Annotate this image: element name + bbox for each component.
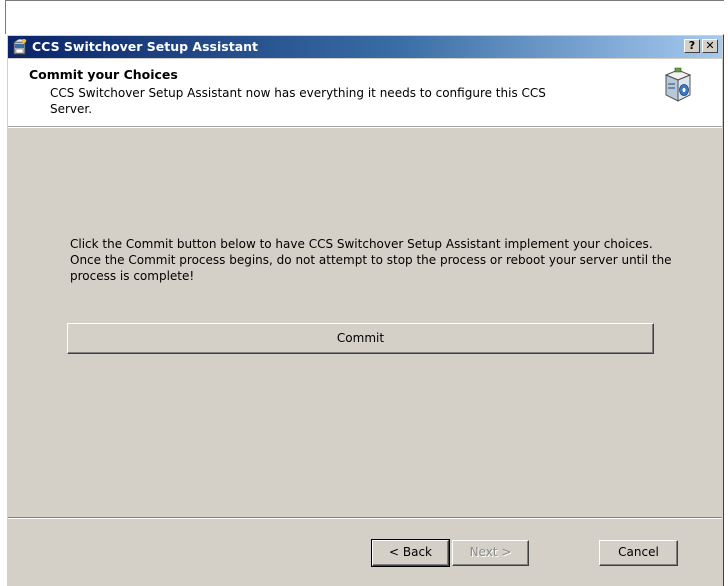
header-separator: [8, 127, 722, 128]
page-description: CCS Switchover Setup Assistant now has e…: [50, 86, 546, 116]
commit-instructions: Click the Commit button below to have CC…: [70, 237, 672, 283]
background-frame: [0, 0, 728, 34]
setup-wizard-icon: [12, 39, 28, 55]
setup-dialog-window: CCS Switchover Setup Assistant ? ✕ Commi…: [6, 34, 724, 586]
window-title-bar[interactable]: CCS Switchover Setup Assistant ? ✕: [8, 36, 722, 58]
help-button[interactable]: ?: [684, 39, 700, 53]
back-button[interactable]: < Back: [371, 539, 450, 567]
next-button: Next >: [452, 540, 529, 566]
footer-separator-highlight: [8, 518, 722, 519]
close-button[interactable]: ✕: [702, 39, 718, 53]
page-title: Commit your Choices: [29, 67, 178, 82]
wizard-header-panel: Commit your Choices CCS Switchover Setup…: [8, 59, 722, 127]
frame-top-border: [5, 0, 728, 1]
commit-button[interactable]: Commit: [67, 323, 654, 354]
frame-left-border: [5, 0, 6, 34]
setup-box-icon: [664, 67, 692, 102]
window-title: CCS Switchover Setup Assistant: [32, 39, 259, 54]
frame-right-margin: [724, 0, 728, 586]
cancel-button[interactable]: Cancel: [599, 540, 678, 566]
